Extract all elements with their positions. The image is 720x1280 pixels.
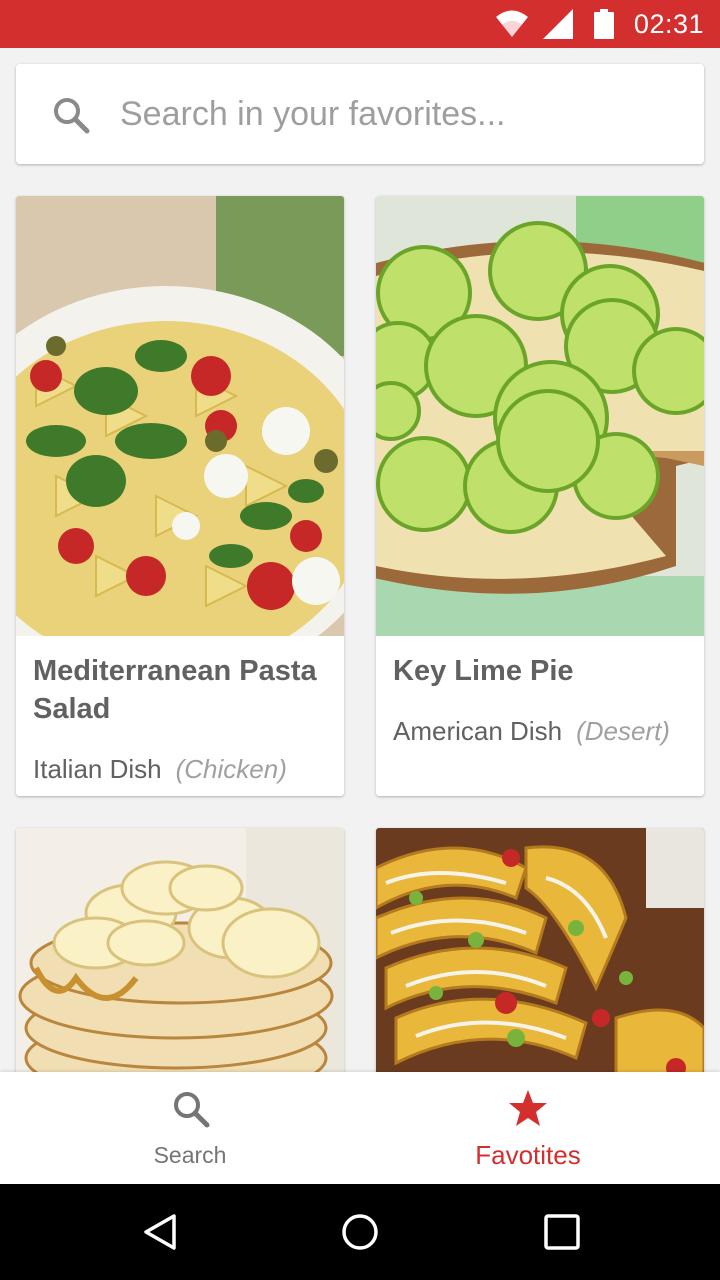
back-icon[interactable] <box>140 1212 180 1252</box>
recipe-category: (Desert) <box>576 716 670 746</box>
recipe-cuisine: Italian Dish <box>33 754 162 784</box>
recipe-cuisine: American Dish <box>393 716 563 746</box>
star-icon <box>509 1090 547 1126</box>
status-time: 02:31 <box>633 8 704 39</box>
recipe-card[interactable]: Key Lime Pie American Dish (Desert) <box>376 196 704 796</box>
wifi-icon <box>495 8 528 40</box>
home-icon[interactable] <box>340 1212 380 1252</box>
status-bar: 02:31 <box>0 0 720 48</box>
recipe-card[interactable] <box>16 828 344 1088</box>
search-input[interactable] <box>120 88 680 140</box>
recipe-title: Mediterranean Pasta Salad <box>33 655 317 725</box>
battery-icon <box>588 8 620 40</box>
search-icon <box>174 1092 210 1128</box>
recipe-card[interactable] <box>376 828 704 1088</box>
key-lime-pie-photo <box>376 196 704 636</box>
system-navigation-bar <box>0 1184 720 1280</box>
nav-label-favorites: Favotites <box>475 1140 581 1170</box>
recents-icon[interactable] <box>542 1212 582 1252</box>
banana-pancakes-photo <box>16 828 344 1088</box>
favorites-search-bar[interactable] <box>16 64 704 164</box>
app-screen: 02:31 Search in your favorites... Medite… <box>0 0 720 1280</box>
signal-icon <box>542 8 574 40</box>
nav-item-search[interactable]: Search <box>10 1072 370 1184</box>
nav-item-favorites[interactable]: Favotites <box>348 1072 708 1184</box>
tacos-photo <box>376 828 704 1088</box>
recipe-category: (Chicken) <box>175 754 287 784</box>
recipe-meta: American Dish (Desert) <box>393 716 670 747</box>
nav-label-search: Search <box>153 1142 227 1168</box>
search-icon <box>54 98 90 134</box>
pasta-salad-photo <box>16 196 344 636</box>
bottom-navigation: Search Favotites <box>0 1072 720 1184</box>
recipe-title: Key Lime Pie <box>393 655 574 687</box>
recipe-card[interactable]: Mediterranean Pasta Salad Italian Dish (C… <box>16 196 344 796</box>
recipe-meta: Italian Dish (Chicken) <box>33 754 287 785</box>
